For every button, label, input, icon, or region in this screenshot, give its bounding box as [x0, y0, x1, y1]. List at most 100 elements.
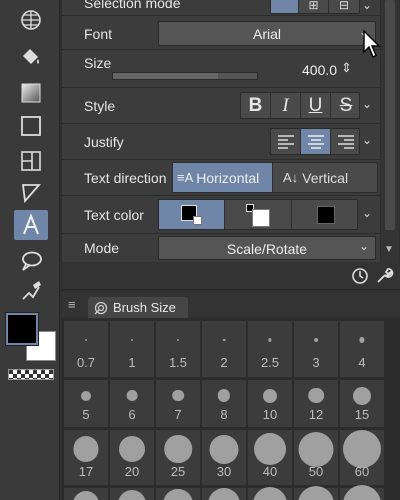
text-icon: [23, 213, 39, 235]
brush-size-dot: [254, 433, 286, 465]
brush-size-cell-partial[interactable]: [248, 487, 292, 500]
brush-size-cell[interactable]: 50: [294, 430, 338, 485]
brush-size-cell[interactable]: 12: [294, 380, 338, 427]
font-label: Font: [84, 26, 113, 42]
brush-size-label: 5: [82, 407, 90, 422]
text-direction-row: Text direction ≡A Horizontal A↓ Vertical: [62, 160, 380, 196]
vertical-button[interactable]: A↓ Vertical: [273, 163, 379, 192]
tool-balloon[interactable]: [14, 246, 48, 276]
tool-correct-line[interactable]: [14, 276, 48, 306]
reset-icon[interactable]: [350, 266, 370, 286]
tool-figure[interactable]: [14, 111, 48, 141]
tool-frame-border[interactable]: [14, 146, 48, 176]
tool-fill[interactable]: [14, 42, 48, 72]
bold-button[interactable]: B: [241, 93, 271, 118]
sub-color-option[interactable]: [225, 200, 292, 229]
underline-button[interactable]: U: [301, 93, 331, 118]
brush-size-label: 4: [358, 355, 366, 370]
brush-size-cell[interactable]: 10: [248, 380, 292, 427]
brush-size-cell-partial[interactable]: [202, 488, 246, 500]
size-row: Size 400.0 ⇕: [62, 50, 380, 88]
horizontal-text-icon: ≡A: [177, 170, 194, 185]
tool-ruler[interactable]: [14, 178, 48, 208]
selection-mode-add[interactable]: ⊞: [299, 0, 329, 13]
underline-icon: U: [308, 94, 323, 116]
align-center-button[interactable]: [301, 129, 331, 154]
selection-mode-subtract[interactable]: ⊟: [329, 0, 359, 13]
brush-size-cell[interactable]: 20: [110, 430, 154, 485]
tool-text[interactable]: [14, 210, 48, 240]
brush-size-tab[interactable]: Brush Size: [88, 297, 188, 318]
align-center-icon: [307, 134, 324, 149]
align-right-icon: [338, 134, 354, 149]
brush-size-cell[interactable]: 2: [202, 321, 246, 377]
scroll-down-arrow-icon[interactable]: ▼: [384, 244, 394, 255]
mode-dropdown[interactable]: Scale/Rotate ⌄: [158, 236, 376, 260]
brush-size-cell[interactable]: 1.5: [156, 321, 200, 377]
main-color-option[interactable]: [159, 200, 225, 229]
brush-size-dot: [222, 338, 226, 342]
chevron-down-icon[interactable]: ⌄: [362, 97, 372, 111]
brush-size-cell[interactable]: 8: [202, 380, 246, 427]
brush-size-cell[interactable]: 30: [202, 430, 246, 485]
brush-size-cell[interactable]: 2.5: [248, 321, 292, 377]
brush-size-cell[interactable]: 5: [64, 380, 108, 427]
strikethrough-button[interactable]: S: [331, 93, 361, 118]
chevron-down-icon[interactable]: ⌄: [362, 133, 372, 147]
align-right-button[interactable]: [331, 129, 361, 154]
font-dropdown[interactable]: Arial ⌄: [158, 21, 376, 46]
brush-size-dot: [217, 389, 231, 402]
size-slider[interactable]: [112, 72, 258, 80]
tool-navigator[interactable]: [14, 5, 48, 35]
user-color-option[interactable]: [292, 200, 359, 229]
brush-size-cell[interactable]: 40: [248, 430, 292, 485]
selection-mode-buttons[interactable]: ⊞ ⊟: [270, 0, 360, 14]
wrench-icon[interactable]: [374, 266, 394, 286]
brush-size-cell[interactable]: 4: [340, 321, 384, 377]
tool-bar: [0, 0, 60, 500]
ruler-icon: [21, 184, 41, 204]
text-color-buttons: [158, 199, 358, 230]
brush-size-dot: [208, 488, 240, 500]
brush-size-cell-partial[interactable]: [294, 486, 338, 500]
italic-button[interactable]: I: [271, 93, 301, 118]
brush-size-cell-partial[interactable]: [110, 488, 154, 500]
menu-icon[interactable]: ≡: [68, 297, 76, 312]
tool-property-scrollbar[interactable]: ▼: [381, 0, 399, 262]
scrollbar-thumb[interactable]: [385, 0, 395, 230]
tool-gradient[interactable]: [14, 78, 48, 108]
italic-icon: I: [282, 94, 289, 116]
brush-size-cell[interactable]: 3: [294, 321, 338, 377]
brush-size-cell-partial[interactable]: [156, 488, 200, 500]
size-stepper-icon[interactable]: ⇕: [341, 60, 352, 76]
brush-size-dot: [73, 436, 99, 462]
brush-size-cell[interactable]: 0.7: [64, 321, 108, 377]
brush-size-cell-partial[interactable]: [340, 485, 384, 500]
brush-size-cell[interactable]: 1: [110, 321, 154, 377]
brush-size-label: 20: [124, 464, 140, 479]
vertical-text-icon: A↓: [283, 170, 299, 185]
brush-size-label: 25: [170, 464, 186, 479]
brush-size-dot: [126, 390, 138, 401]
vertical-label: Vertical: [302, 169, 349, 186]
brush-size-cell[interactable]: 15: [340, 380, 384, 427]
horizontal-button[interactable]: ≡A Horizontal: [173, 163, 273, 192]
chevron-down-icon[interactable]: ⌄: [362, 206, 372, 220]
selection-mode-new[interactable]: [271, 0, 299, 13]
transparent-color-swatch[interactable]: [8, 369, 54, 380]
brush-size-cell[interactable]: 6: [110, 380, 154, 427]
brush-size-cell[interactable]: 60: [340, 430, 384, 485]
brush-size-cell[interactable]: 25: [156, 430, 200, 485]
chevron-down-icon[interactable]: ⌄: [362, 0, 372, 12]
size-value[interactable]: 400.0: [302, 62, 337, 78]
size-slider-fill: [113, 73, 219, 79]
brush-size-cell[interactable]: 7: [156, 380, 200, 427]
mode-row: Mode Scale/Rotate ⌄: [62, 234, 380, 262]
align-left-button[interactable]: [271, 129, 301, 154]
main-color-swatch[interactable]: [6, 313, 38, 345]
selection-mode-row: Selection mode ⊞ ⊟ ⌄: [62, 0, 380, 16]
brush-size-dot: [172, 389, 184, 402]
brush-size-cell[interactable]: 17: [64, 430, 108, 485]
brush-size-cell-partial[interactable]: [64, 488, 108, 500]
brush-size-label: 1.5: [168, 355, 188, 370]
